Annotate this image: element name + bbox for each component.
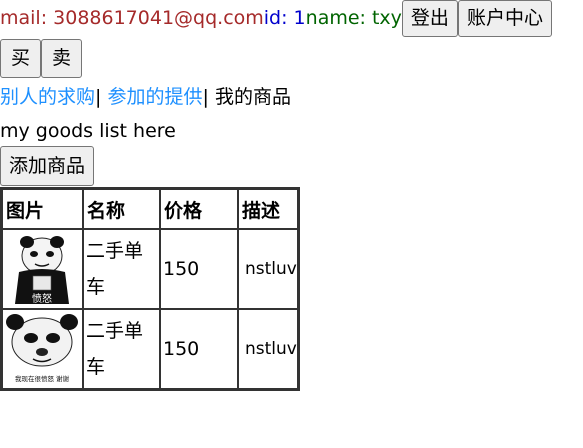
user-mail: mail: 3088617041@qq.com bbox=[0, 7, 264, 29]
goods-description: nstluv bbox=[238, 229, 298, 309]
user-id: id: 1 bbox=[263, 7, 306, 29]
goods-name: 二手单车 bbox=[83, 309, 160, 389]
table-row: 愤怒 二手单车 150 nstluv bbox=[2, 229, 298, 309]
add-goods-button[interactable]: 添加商品 bbox=[0, 146, 95, 186]
meme-caption: 愤怒 bbox=[32, 292, 52, 305]
tab-others-requests[interactable]: 别人的求购 bbox=[0, 86, 95, 108]
header-description: 描述 bbox=[238, 189, 298, 229]
tab-my-goods: 我的商品 bbox=[214, 86, 291, 108]
user-info-bar: mail: 3088617041@qq.com id: 1 name: txy … bbox=[0, 0, 552, 37]
meme-caption: 我现在很愤怒 谢谢 bbox=[15, 374, 70, 383]
section-tabs: 别人的求购| 参加的提供| 我的商品 bbox=[0, 84, 291, 110]
goods-price: 150 bbox=[160, 309, 238, 389]
panda-meme-image: 愤怒 bbox=[5, 232, 79, 306]
goods-name: 二手单车 bbox=[83, 229, 160, 309]
goods-table: 图片 名称 价格 描述 愤怒 二手单车 150 nstluv 我现在很愤怒 谢谢… bbox=[0, 187, 300, 391]
goods-description: nstluv bbox=[238, 309, 298, 389]
tab-joined-offers[interactable]: 参加的提供 bbox=[107, 86, 202, 108]
goods-image-cell: 愤怒 bbox=[2, 229, 83, 309]
tab-separator: | bbox=[202, 86, 215, 108]
buy-button[interactable]: 买 bbox=[0, 39, 42, 78]
header-image: 图片 bbox=[2, 189, 83, 229]
table-row: 我现在很愤怒 谢谢 二手单车 150 nstluv bbox=[2, 309, 298, 389]
goods-image-cell: 我现在很愤怒 谢谢 bbox=[2, 309, 83, 389]
goods-price: 150 bbox=[160, 229, 238, 309]
logout-button[interactable]: 登出 bbox=[401, 0, 458, 37]
mode-switch: 买 卖 bbox=[0, 39, 83, 78]
header-name: 名称 bbox=[83, 189, 160, 229]
tab-separator: | bbox=[95, 86, 108, 108]
panda-meme-image: 我现在很愤怒 谢谢 bbox=[5, 312, 79, 386]
header-price: 价格 bbox=[160, 189, 238, 229]
account-center-button[interactable]: 账户中心 bbox=[457, 0, 552, 37]
sell-button[interactable]: 卖 bbox=[41, 39, 83, 78]
user-name: name: txy bbox=[305, 7, 402, 29]
goods-list-message: my goods list here bbox=[0, 120, 176, 142]
table-header-row: 图片 名称 价格 描述 bbox=[2, 189, 298, 229]
